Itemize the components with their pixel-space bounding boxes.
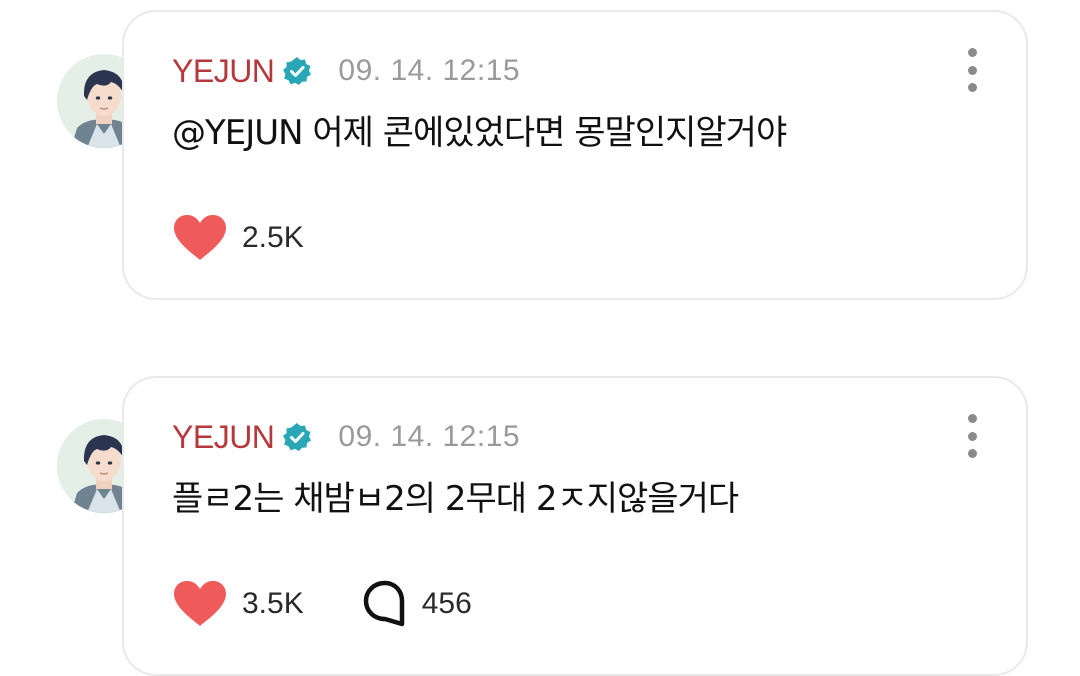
heart-icon bbox=[174, 581, 226, 626]
post-card[interactable]: YEJUN 09. 14. 12:15 @YEJUN 어제 콘에있었다면 몽말인… bbox=[122, 10, 1028, 300]
like-count: 3.5K bbox=[242, 587, 304, 620]
comment-bubble-icon bbox=[363, 580, 404, 627]
more-vertical-icon[interactable] bbox=[962, 414, 982, 458]
post-actions: 3.5K 456 bbox=[172, 580, 472, 628]
like-button[interactable]: 2.5K bbox=[172, 214, 304, 262]
post-actions: 2.5K bbox=[172, 214, 304, 262]
verified-badge-icon bbox=[282, 422, 312, 452]
more-vertical-icon[interactable] bbox=[962, 48, 982, 92]
post-content: 플ㄹ2는 채밤ㅂ2의 2무대 2ㅈ지않을거다 bbox=[172, 479, 739, 519]
like-count: 2.5K bbox=[242, 221, 304, 254]
username[interactable]: YEJUN bbox=[172, 419, 275, 456]
post-card[interactable]: YEJUN 09. 14. 12:15 플ㄹ2는 채밤ㅂ2의 2무대 2ㅈ지않을… bbox=[122, 376, 1028, 676]
like-button[interactable]: 3.5K bbox=[172, 580, 304, 628]
verified-badge-icon bbox=[282, 56, 312, 86]
post-timestamp: 09. 14. 12:15 bbox=[338, 420, 521, 453]
post-header: YEJUN 09. 14. 12:15 bbox=[172, 52, 520, 90]
post-header: YEJUN 09. 14. 12:15 bbox=[172, 418, 520, 456]
comment-button[interactable]: 456 bbox=[362, 580, 472, 628]
heart-icon bbox=[174, 215, 226, 260]
post-timestamp: 09. 14. 12:15 bbox=[338, 54, 521, 87]
comment-count: 456 bbox=[421, 587, 472, 620]
post-content: @YEJUN 어제 콘에있었다면 몽말인지알거야 bbox=[172, 113, 787, 153]
username[interactable]: YEJUN bbox=[172, 53, 275, 90]
